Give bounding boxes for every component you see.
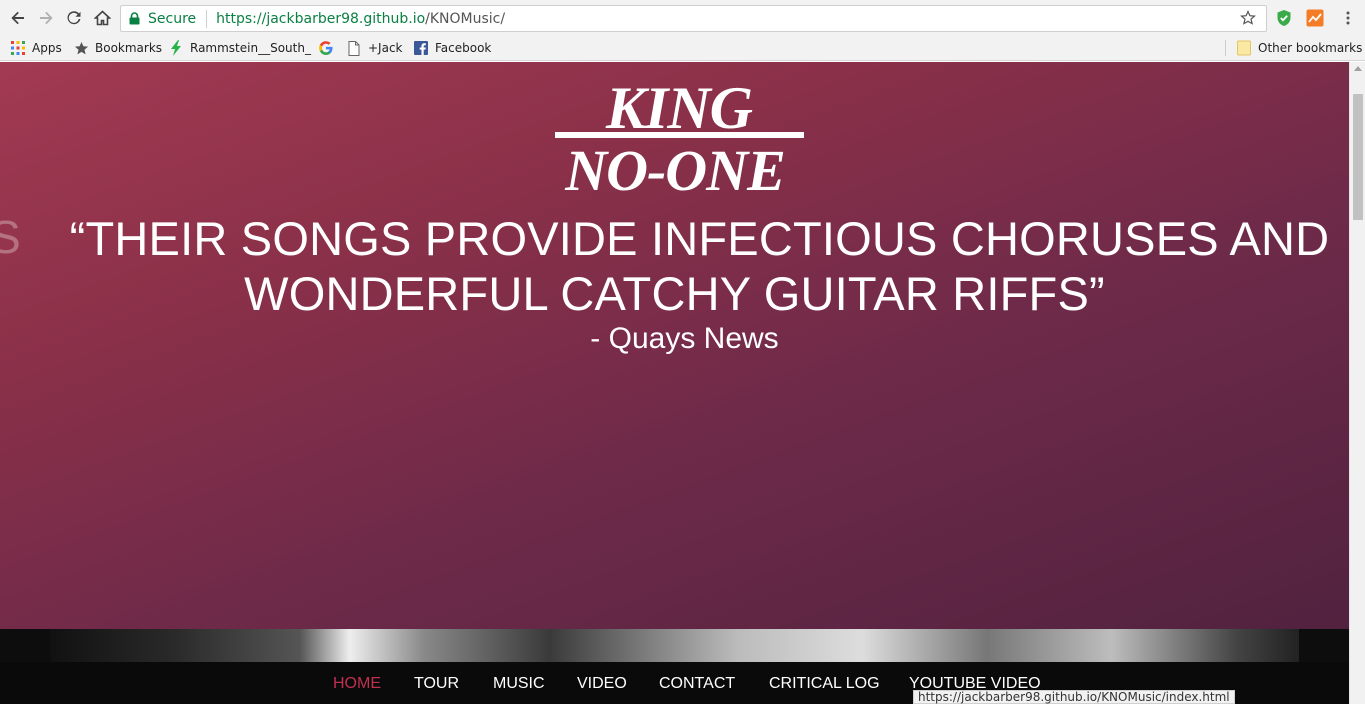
browser-toolbar: Secure https://jackbarber98.github.io/KN… — [0, 0, 1365, 36]
page-scrollbar[interactable] — [1349, 62, 1365, 704]
home-icon[interactable] — [90, 6, 114, 30]
quote-line: “THEIR SONGS PROVIDE INFECTIOUS CHORUSES… — [69, 212, 1330, 265]
google-icon — [318, 40, 334, 56]
press-quote: “THEIR SONGS PROVIDE INFECTIOUS CHORUSES… — [0, 211, 1349, 321]
scroll-up-arrow-icon[interactable] — [1354, 66, 1362, 71]
bookmark-label: +Jack — [368, 41, 403, 55]
page-icon — [346, 40, 362, 56]
facebook-icon — [413, 40, 429, 56]
bookmark-star-icon[interactable] — [1240, 10, 1256, 30]
bookmark-other[interactable]: Other bookmarks — [1236, 39, 1362, 57]
link-status-bubble: https://jackbarber98.github.io/KNOMusic/… — [913, 690, 1235, 704]
bookmark-apps[interactable]: Apps — [10, 39, 62, 57]
band-logo: KING NO-ONE — [555, 76, 804, 194]
photo-strip — [0, 629, 1349, 662]
bookmark-label: Other bookmarks — [1258, 41, 1363, 55]
url-host: https://jackbarber98.github.io — [216, 10, 426, 27]
bookmark-facebook[interactable]: Facebook — [413, 39, 491, 57]
bookmark-google[interactable] — [318, 39, 340, 57]
logo-line2: NO-ONE — [564, 138, 785, 194]
hero-section: KING NO-ONE S “THEIR SONGS PROVIDE INFEC… — [0, 62, 1349, 629]
bookmark-bookmarks[interactable]: Bookmarks — [73, 39, 162, 57]
nav-tour[interactable]: TOUR — [414, 675, 459, 693]
bookmark-label: Apps — [32, 41, 62, 55]
omnibox-divider — [206, 9, 208, 28]
scroll-thumb[interactable] — [1353, 94, 1363, 220]
nav-critical-log[interactable]: CRITICAL LOG — [769, 675, 880, 693]
secure-label: Secure — [148, 10, 197, 27]
lock-icon — [129, 12, 141, 26]
quote-line: WONDERFUL CATCHY GUITAR RIFFS” — [244, 267, 1105, 320]
nav-home[interactable]: HOME — [333, 675, 381, 693]
page-viewport: KING NO-ONE S “THEIR SONGS PROVIDE INFEC… — [0, 62, 1349, 704]
nav-contact[interactable]: CONTACT — [659, 675, 735, 693]
bookmark-label: Rammstein__South_ — [190, 41, 311, 55]
forward-icon[interactable] — [34, 6, 58, 30]
bookmark-jack[interactable]: +Jack — [346, 39, 403, 57]
green-bolt-icon — [168, 40, 184, 56]
band-photo — [50, 629, 1299, 662]
back-icon[interactable] — [6, 6, 30, 30]
address-bar[interactable]: Secure https://jackbarber98.github.io/KN… — [120, 5, 1267, 32]
url-path: /KNOMusic/ — [425, 10, 506, 27]
logo-line1: KING — [605, 76, 753, 141]
bookmarks-bar: Apps Bookmarks Rammstein__South_ +Jack F… — [0, 36, 1365, 61]
menu-kebab-icon[interactable] — [1338, 8, 1358, 28]
quote-attribution: - Quays News — [590, 322, 779, 355]
reload-icon[interactable] — [62, 6, 86, 30]
bookmark-rammstein[interactable]: Rammstein__South_ — [168, 39, 311, 57]
nav-music[interactable]: MUSIC — [493, 675, 545, 693]
star-icon — [73, 40, 89, 56]
nav-video[interactable]: VIDEO — [577, 675, 627, 693]
shield-extension-icon[interactable] — [1274, 8, 1294, 28]
bookmarks-divider — [1225, 40, 1226, 56]
bookmark-label: Bookmarks — [95, 41, 163, 55]
bookmark-label: Facebook — [435, 41, 492, 55]
analytics-extension-icon[interactable] — [1305, 8, 1325, 28]
folder-icon — [1236, 40, 1252, 56]
apps-grid-icon — [10, 40, 26, 56]
